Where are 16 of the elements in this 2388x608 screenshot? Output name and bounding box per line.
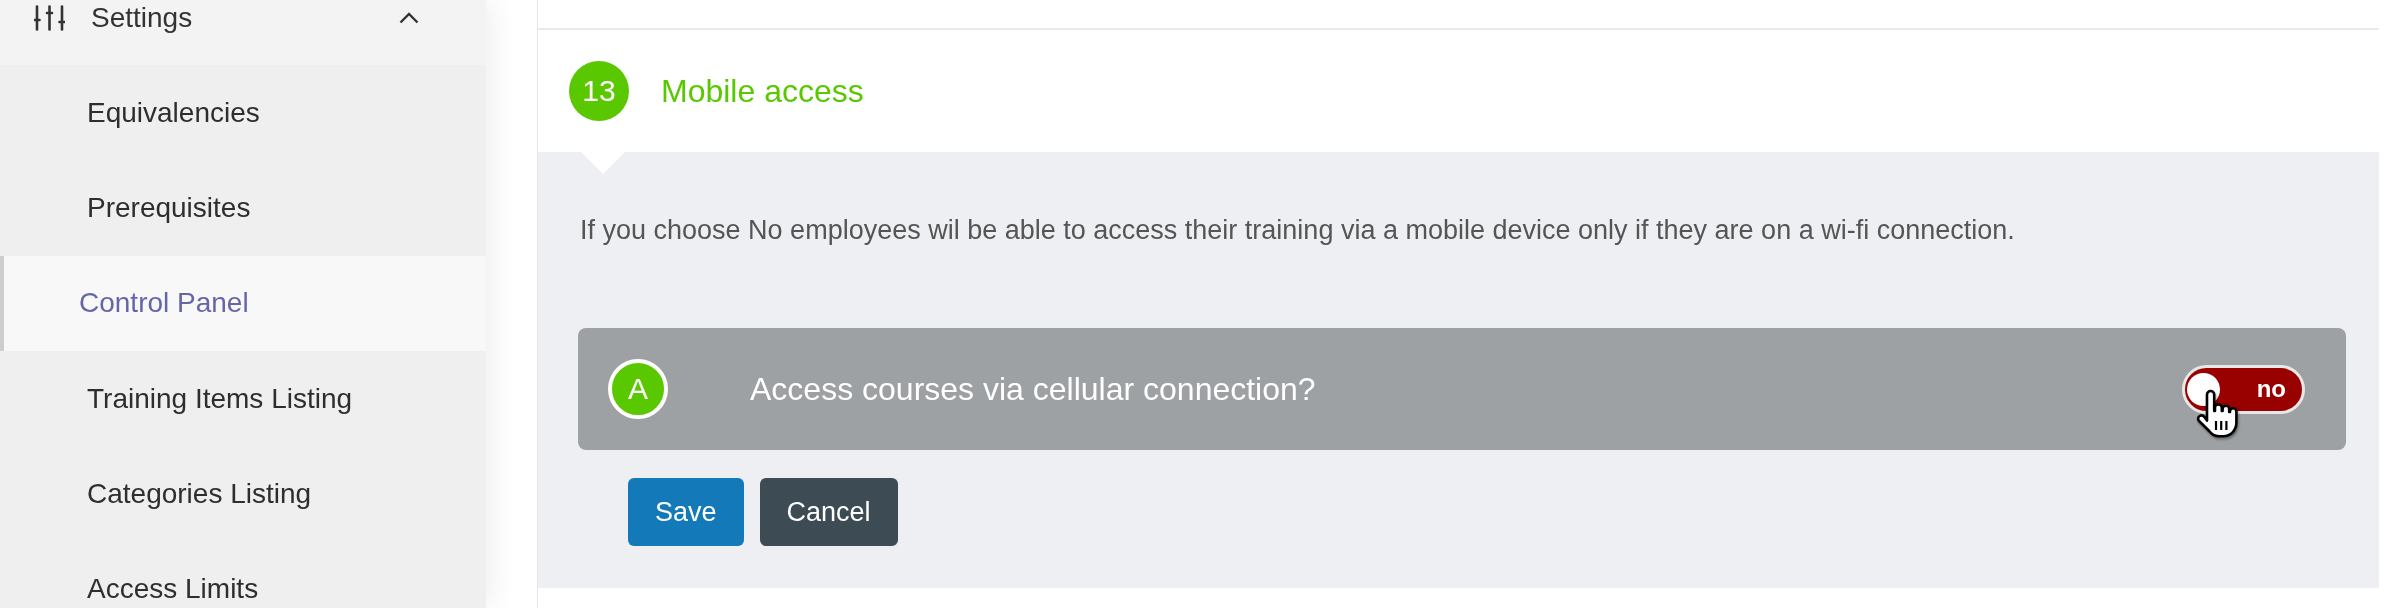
sliders-icon (34, 5, 65, 31)
question-label: Access courses via cellular connection? (750, 370, 1316, 408)
cancel-button[interactable]: Cancel (759, 478, 898, 546)
section-title: Mobile access (661, 72, 864, 110)
sidebar-item[interactable]: Prerequisites (0, 160, 486, 256)
step-number-badge: 13 (569, 61, 629, 121)
toggle-switch[interactable]: no (2182, 364, 2305, 414)
section-description: If you choose No employees wil be able to access their training via a mobile device only if they are on a wi-fi connection. (580, 214, 2016, 247)
sidebar-item[interactable]: Equivalencies (0, 65, 486, 161)
save-button[interactable]: Save (628, 478, 744, 546)
sidebar-item[interactable]: Training Items Listing (0, 350, 486, 447)
sidebar-group-header[interactable]: Settings (0, 0, 486, 65)
sidebar-item[interactable]: Categories Listing (0, 446, 486, 542)
sidebar-item[interactable]: Control Panel (0, 255, 486, 351)
question-letter-badge: A (608, 359, 668, 419)
sidebar-item[interactable]: Access Limits (0, 541, 486, 608)
